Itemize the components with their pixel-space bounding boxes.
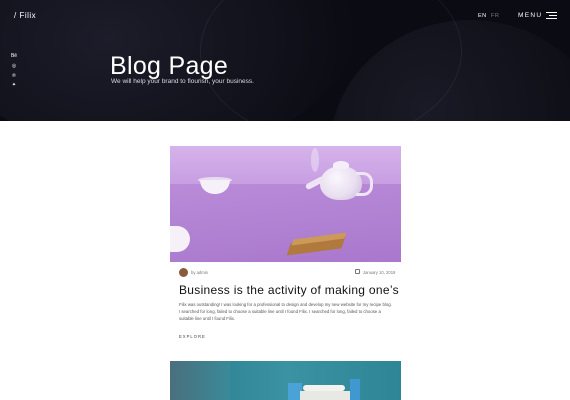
post-author[interactable]: by admin <box>191 270 208 275</box>
page-title: Blog Page <box>110 52 229 80</box>
calendar-icon <box>355 269 360 274</box>
post-date: January 10, 2019 <box>363 270 396 275</box>
language-fr-link[interactable]: FR <box>491 13 499 19</box>
dribbble-icon[interactable]: ◎ <box>10 63 18 69</box>
hero-banner: / Filix EN FR MENU Bē ◎ ℗ ✦ Blog Page We… <box>0 0 570 121</box>
behance-icon[interactable]: Bē <box>10 53 18 59</box>
twitter-icon[interactable]: ✦ <box>10 82 18 88</box>
site-logo[interactable]: / Filix <box>14 11 36 20</box>
post-featured-image[interactable] <box>170 361 401 400</box>
post-excerpt: Filix was outstanding! I was looking for… <box>179 302 392 322</box>
language-en-link[interactable]: EN <box>478 13 487 19</box>
author-avatar <box>179 268 188 277</box>
post-featured-image[interactable] <box>170 146 401 262</box>
post-title[interactable]: Business is the activity of making one’s <box>179 283 399 297</box>
page-subtitle: We will help your brand to flourish, you… <box>111 78 254 85</box>
hero-decor-curve <box>200 0 462 121</box>
menu-label[interactable]: MENU <box>518 12 542 19</box>
hamburger-menu-icon[interactable] <box>546 12 557 20</box>
pinterest-icon[interactable]: ℗ <box>10 73 18 79</box>
explore-link[interactable]: EXPLORE <box>179 334 206 339</box>
